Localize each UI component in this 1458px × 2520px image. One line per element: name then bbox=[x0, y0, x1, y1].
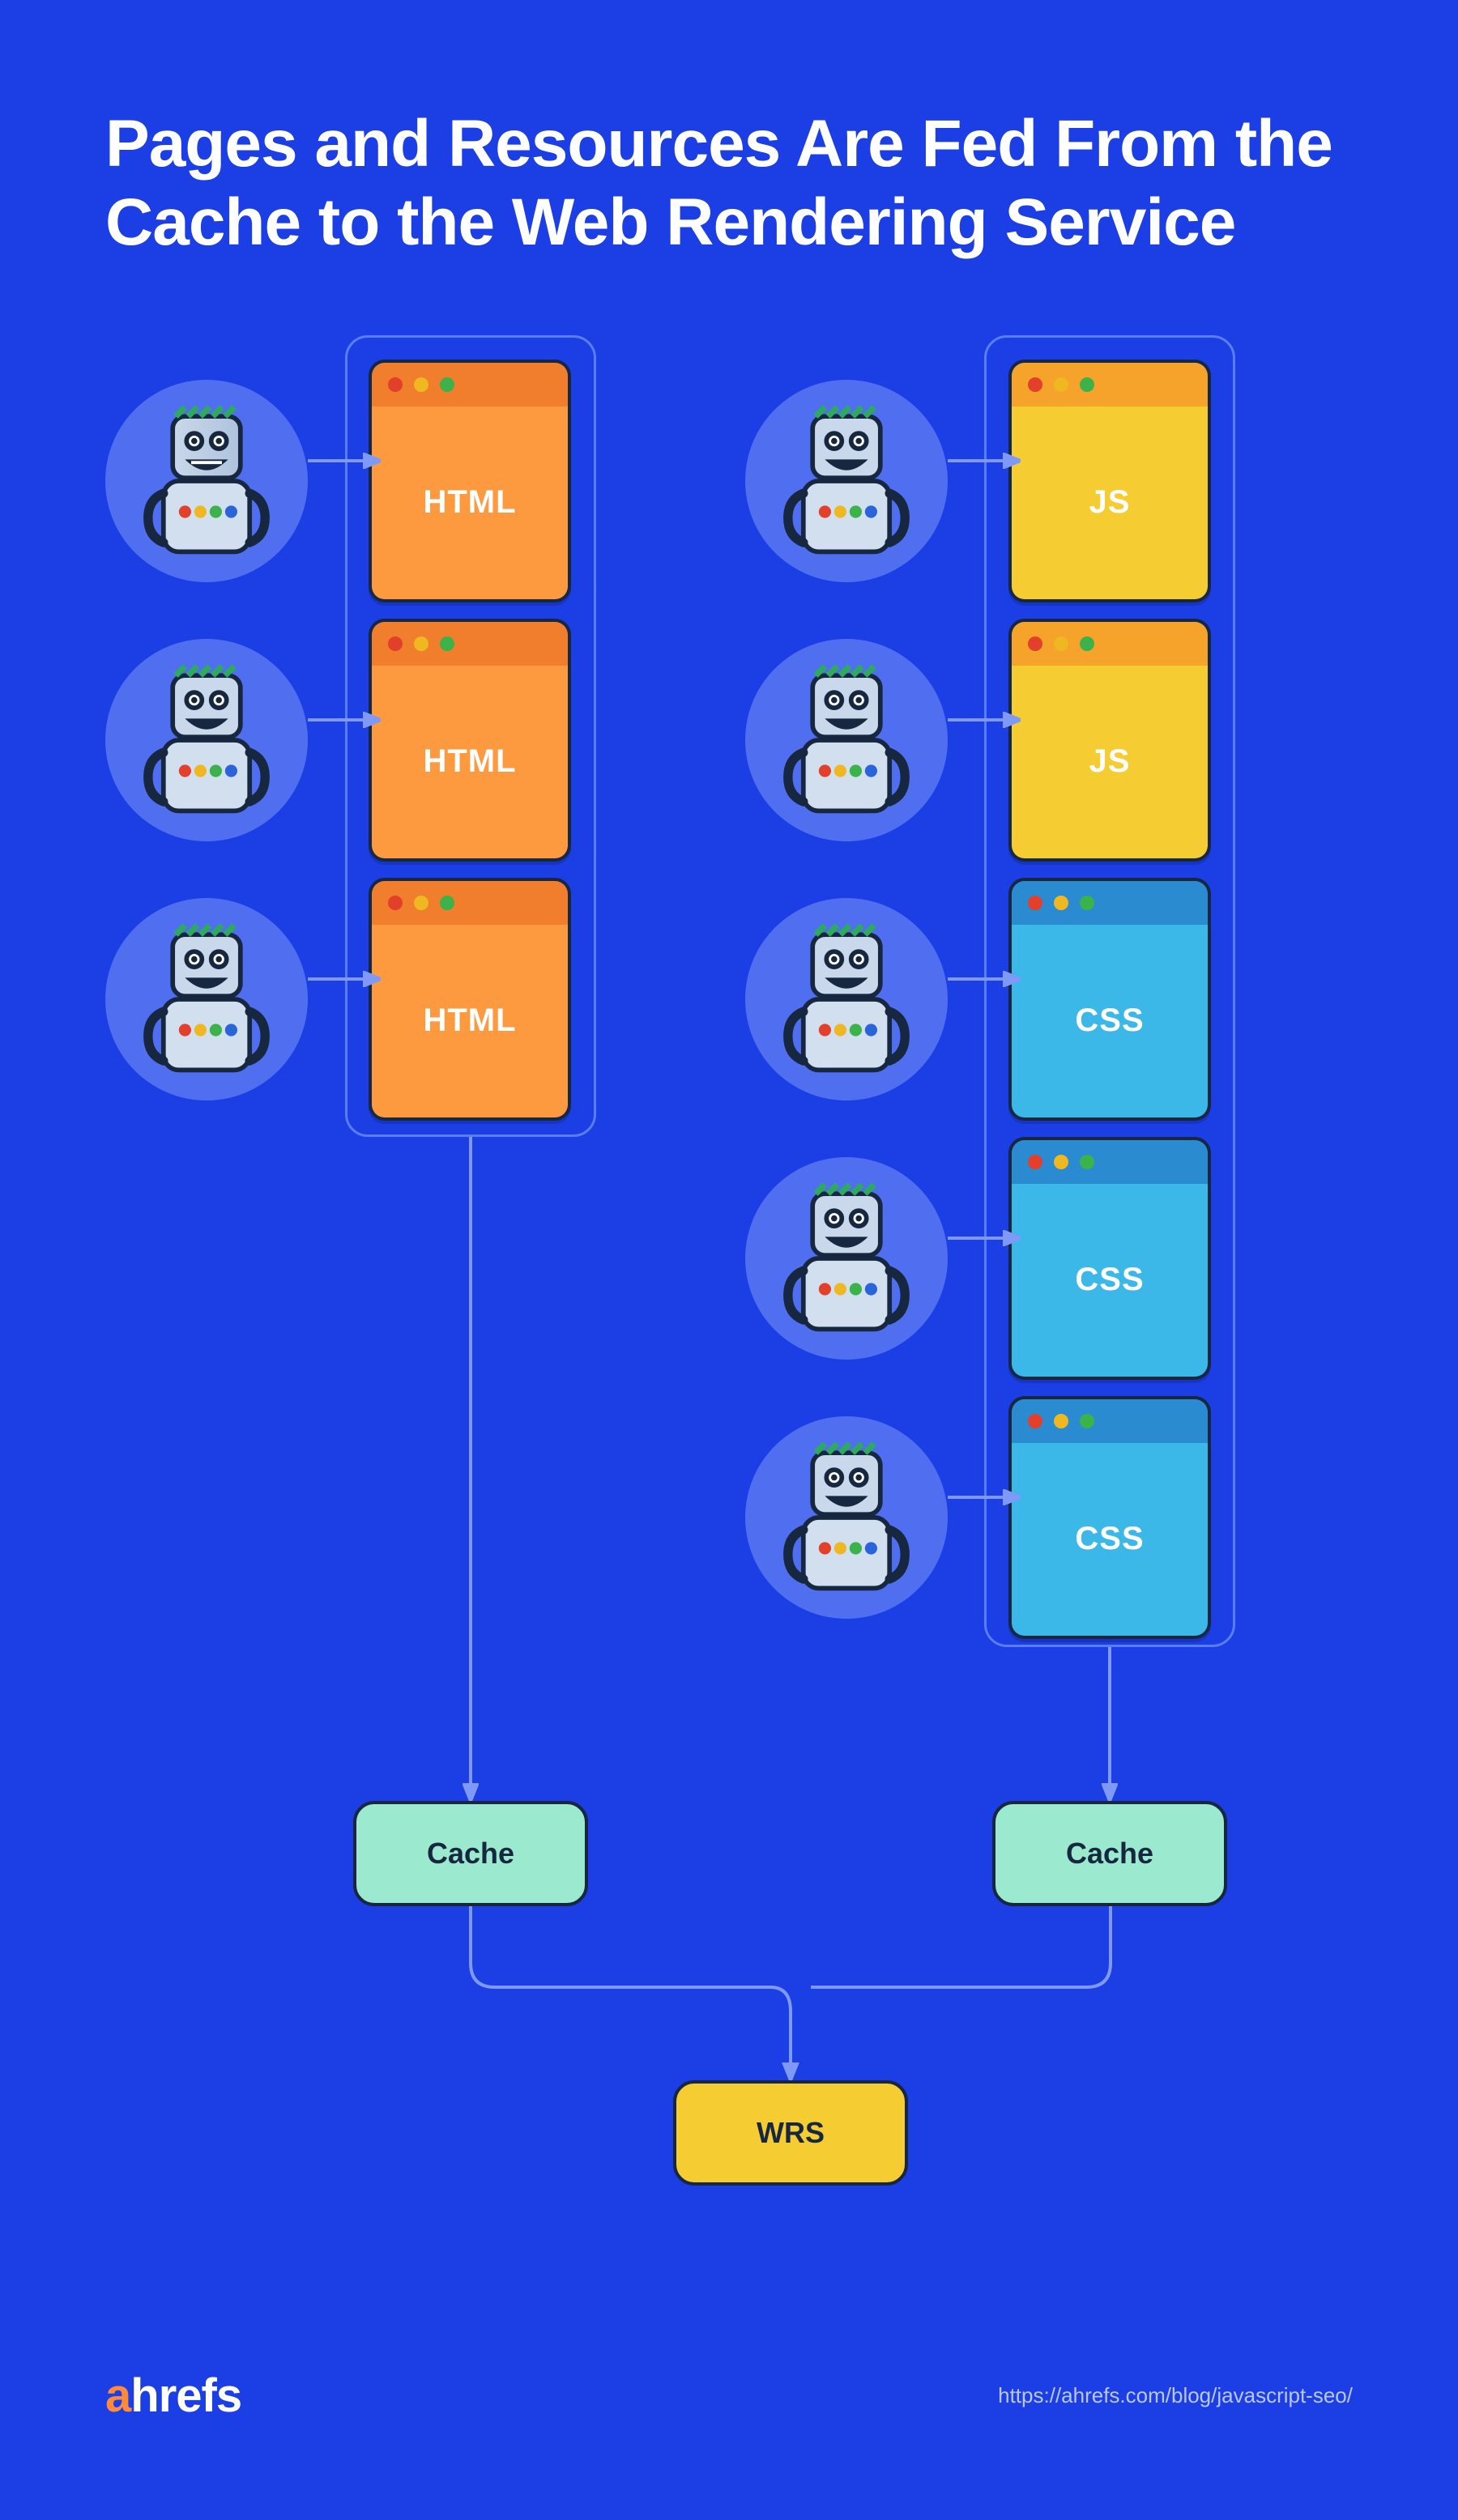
file-label: HTML bbox=[423, 1002, 516, 1039]
robot-icon bbox=[105, 639, 308, 841]
left-row-2: HTML bbox=[105, 619, 571, 862]
cache-chip-left: Cache bbox=[353, 1801, 588, 1906]
window-bar bbox=[1012, 1140, 1208, 1184]
page-title: Pages and Resources Are Fed From the Cac… bbox=[105, 105, 1353, 262]
file-card-css: CSS bbox=[1008, 1396, 1211, 1639]
robot-icon bbox=[745, 639, 948, 841]
robot-icon bbox=[105, 380, 308, 582]
file-label: JS bbox=[1089, 484, 1131, 521]
file-label: CSS bbox=[1075, 1521, 1144, 1557]
file-card-css: CSS bbox=[1008, 1137, 1211, 1380]
window-bar bbox=[372, 363, 568, 407]
file-card-html: HTML bbox=[369, 360, 571, 602]
right-row-4: CSS bbox=[745, 1137, 1211, 1380]
window-bar bbox=[1012, 1399, 1208, 1443]
cache-chip-right: Cache bbox=[992, 1801, 1227, 1906]
window-bar bbox=[1012, 363, 1208, 407]
window-bar bbox=[372, 881, 568, 925]
file-label: HTML bbox=[423, 484, 516, 521]
robot-icon bbox=[745, 380, 948, 582]
merge-connector-icon bbox=[463, 1906, 1119, 2084]
diagram: HTML HTML HTML JS bbox=[105, 360, 1353, 2060]
robot-icon bbox=[745, 898, 948, 1100]
file-card-css: CSS bbox=[1008, 878, 1211, 1121]
left-row-1: HTML bbox=[105, 360, 571, 602]
file-label: JS bbox=[1089, 743, 1131, 780]
file-label: CSS bbox=[1075, 1002, 1144, 1039]
file-card-js: JS bbox=[1008, 619, 1211, 862]
right-row-5: CSS bbox=[745, 1396, 1211, 1639]
right-row-3: CSS bbox=[745, 878, 1211, 1121]
left-row-3: HTML bbox=[105, 878, 571, 1121]
robot-icon bbox=[745, 1157, 948, 1360]
window-bar bbox=[1012, 622, 1208, 666]
file-card-html: HTML bbox=[369, 878, 571, 1121]
wrs-chip: WRS bbox=[673, 2080, 908, 2186]
brand-logo: ahrefs bbox=[105, 2369, 241, 2423]
file-card-js: JS bbox=[1008, 360, 1211, 602]
file-label: HTML bbox=[423, 743, 516, 780]
window-bar bbox=[1012, 881, 1208, 925]
right-row-1: JS bbox=[745, 360, 1211, 602]
right-row-2: JS bbox=[745, 619, 1211, 862]
robot-icon bbox=[105, 898, 308, 1100]
file-label: CSS bbox=[1075, 1262, 1144, 1298]
file-card-html: HTML bbox=[369, 619, 571, 862]
arrow-down-icon bbox=[463, 1137, 479, 1801]
robot-icon bbox=[745, 1416, 948, 1619]
window-bar bbox=[372, 622, 568, 666]
source-url: https://ahrefs.com/blog/javascript-seo/ bbox=[998, 2383, 1353, 2408]
arrow-down-icon bbox=[1102, 1647, 1118, 1801]
